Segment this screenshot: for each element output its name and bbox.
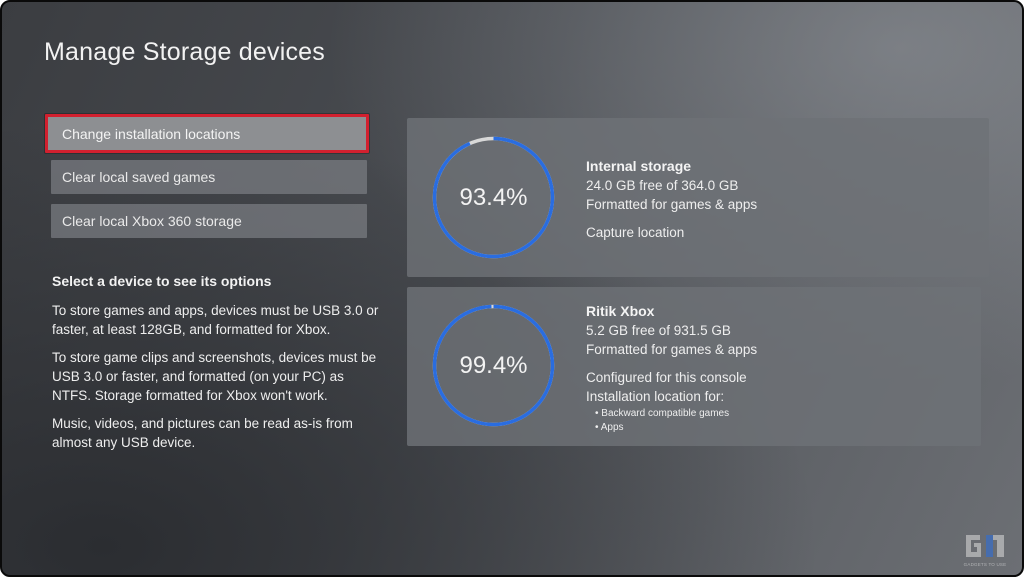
device-note: Configured for this console bbox=[586, 370, 747, 385]
gadgets-to-use-logo-icon bbox=[966, 535, 1004, 557]
page-title: Manage Storage devices bbox=[44, 38, 325, 66]
info-paragraph-media: Music, videos, and pictures can be read … bbox=[52, 416, 353, 450]
clear-local-xbox-360-storage-button[interactable]: Clear local Xbox 360 storage bbox=[51, 204, 367, 238]
storage-requirements-info: Select a device to see its options To st… bbox=[52, 272, 382, 461]
device-card-ritik-xbox[interactable]: 99.4% Ritik Xbox 5.2 GB free of 931.5 GB… bbox=[407, 287, 981, 446]
usage-percent-label: 93.4% bbox=[459, 183, 528, 211]
console-screen: Manage Storage devices Change installati… bbox=[0, 0, 1024, 577]
device-details: Ritik Xbox 5.2 GB free of 931.5 GB Forma… bbox=[586, 302, 757, 435]
info-paragraph-captures: To store game clips and screenshots, dev… bbox=[52, 350, 377, 403]
device-name: Ritik Xbox bbox=[586, 303, 655, 319]
usage-ring: 99.4% bbox=[431, 303, 556, 428]
usage-ring: 93.4% bbox=[431, 135, 556, 260]
watermark-text: GADGETS TO USE bbox=[963, 562, 1007, 567]
installation-types-list: Backward compatible games Apps bbox=[586, 407, 757, 435]
device-details: Internal storage 24.0 GB free of 364.0 G… bbox=[586, 157, 757, 242]
info-heading: Select a device to see its options bbox=[52, 273, 272, 289]
watermark-logo: GADGETS TO USE bbox=[962, 531, 1008, 569]
clear-local-saved-games-button[interactable]: Clear local saved games bbox=[51, 160, 367, 194]
device-name: Internal storage bbox=[586, 158, 692, 174]
list-item: Backward compatible games bbox=[595, 407, 757, 421]
info-paragraph-games: To store games and apps, devices must be… bbox=[52, 303, 379, 337]
device-note: Capture location bbox=[586, 225, 685, 240]
device-note-installation: Installation location for: bbox=[586, 389, 725, 404]
device-free-space: 5.2 GB free of 931.5 GB bbox=[586, 323, 731, 338]
device-card-internal-storage[interactable]: 93.4% Internal storage 24.0 GB free of 3… bbox=[407, 118, 989, 277]
list-item: Apps bbox=[595, 421, 757, 435]
device-format: Formatted for games & apps bbox=[586, 342, 758, 357]
usage-percent-label: 99.4% bbox=[459, 351, 528, 379]
device-format: Formatted for games & apps bbox=[586, 197, 758, 212]
change-installation-locations-button[interactable]: Change installation locations bbox=[45, 114, 369, 153]
device-free-space: 24.0 GB free of 364.0 GB bbox=[586, 178, 739, 193]
